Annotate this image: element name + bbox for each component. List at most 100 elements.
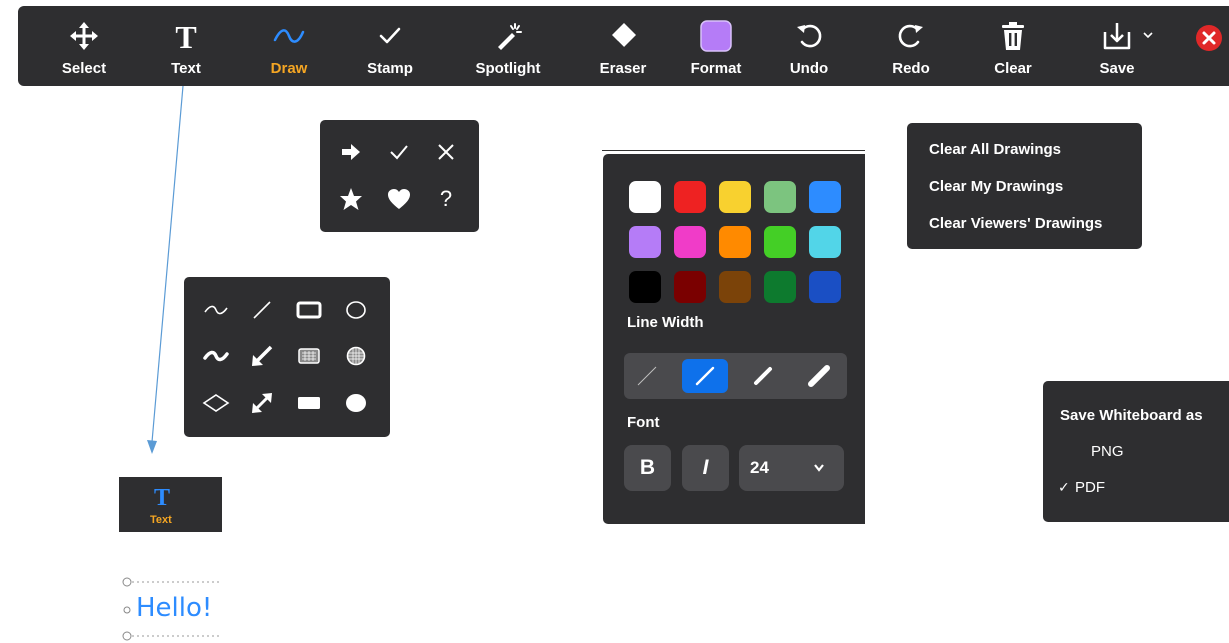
line-width-3-button[interactable] — [740, 359, 786, 393]
redo-icon — [898, 24, 923, 48]
magic-wand-icon — [498, 23, 522, 50]
squiggle-icon — [273, 29, 305, 43]
thick-squiggle-icon[interactable] — [201, 341, 231, 371]
text-icon: T — [154, 485, 170, 508]
draw-tool-label: Draw — [270, 60, 308, 77]
spotlight-tool-label: Spotlight — [475, 60, 541, 77]
bold-button[interactable]: B — [624, 445, 671, 491]
color-swatch[interactable] — [629, 181, 661, 213]
x-icon[interactable] — [431, 137, 461, 167]
undo-label: Undo — [789, 60, 829, 77]
move-icon — [70, 22, 98, 50]
color-swatch[interactable] — [719, 271, 751, 303]
chevron-down-icon — [814, 464, 824, 472]
save-button[interactable]: Save — [1097, 6, 1137, 86]
clear-viewers-drawings-item[interactable]: Clear Viewers' Drawings — [929, 215, 1102, 232]
undo-icon — [797, 24, 822, 48]
text-sample-box[interactable]: Hello! — [118, 575, 222, 641]
format-menu-divider — [602, 150, 865, 151]
format-tool-button[interactable]: Format — [691, 6, 741, 86]
line-width-2-button[interactable] — [682, 359, 728, 393]
format-menu: Line Width Font B I 24 — [603, 154, 865, 524]
stamp-tool-label: Stamp — [367, 60, 413, 77]
chevron-down-icon[interactable] — [1142, 30, 1154, 40]
format-tool-label: Format — [690, 60, 742, 77]
color-swatch[interactable] — [809, 226, 841, 258]
clear-button[interactable]: Clear — [993, 6, 1033, 86]
eraser-tool-label: Eraser — [599, 60, 647, 77]
draw-menu — [184, 277, 390, 437]
save-menu-title: Save Whiteboard as — [1060, 407, 1203, 424]
font-label: Font — [627, 414, 660, 431]
draw-tool-button[interactable]: Draw — [269, 6, 309, 86]
save-label: Save — [1099, 60, 1135, 77]
rectangle-outline-icon[interactable] — [294, 295, 324, 325]
select-tool-button[interactable]: Select — [61, 6, 107, 86]
color-swatch[interactable] — [674, 181, 706, 213]
arrow-right-icon[interactable] — [336, 137, 366, 167]
spotlight-tool-button[interactable]: Spotlight — [476, 6, 541, 86]
line-straight-icon[interactable] — [247, 295, 277, 325]
color-swatch[interactable] — [719, 181, 751, 213]
double-arrow-icon[interactable] — [247, 388, 277, 418]
save-icon — [1103, 23, 1131, 50]
diamond-icon[interactable] — [201, 388, 231, 418]
svg-text:T: T — [154, 485, 170, 508]
select-tool-label: Select — [61, 60, 107, 77]
close-icon[interactable] — [1195, 24, 1223, 52]
svg-text:T: T — [175, 20, 196, 52]
rectangle-fill-icon[interactable] — [294, 388, 324, 418]
text-sample: Hello! — [136, 593, 213, 623]
color-swatch[interactable] — [764, 181, 796, 213]
color-swatch[interactable] — [629, 226, 661, 258]
redo-label: Redo — [892, 60, 930, 77]
arrow-icon[interactable] — [247, 341, 277, 371]
text-tool-label: Text — [171, 60, 201, 77]
save-option-png[interactable]: PNG — [1091, 443, 1124, 460]
line-width-4-button[interactable] — [796, 359, 842, 393]
ellipse-fill-icon[interactable] — [341, 388, 371, 418]
text-tool-preview: T Text — [119, 477, 222, 532]
star-icon[interactable] — [336, 184, 366, 214]
save-option-pdf[interactable]: PDF — [1075, 479, 1105, 496]
redo-button[interactable]: Redo — [891, 6, 931, 86]
color-swatch[interactable] — [629, 271, 661, 303]
color-swatch[interactable] — [764, 226, 796, 258]
stamp-menu: ? — [320, 120, 479, 232]
undo-button[interactable]: Undo — [789, 6, 829, 86]
color-swatch[interactable] — [809, 271, 841, 303]
color-swatch[interactable] — [764, 271, 796, 303]
eraser-tool-button[interactable]: Eraser — [600, 6, 646, 86]
heart-icon[interactable] — [384, 184, 414, 214]
line-width-1-button[interactable] — [624, 359, 670, 393]
color-swatch[interactable] — [674, 271, 706, 303]
rectangle-fill-semi-icon[interactable] — [294, 341, 324, 371]
line-squiggle-icon[interactable] — [201, 295, 231, 325]
clear-my-drawings-item[interactable]: Clear My Drawings — [929, 178, 1063, 195]
color-swatch[interactable] — [809, 181, 841, 213]
color-swatch[interactable] — [674, 226, 706, 258]
eraser-icon — [612, 23, 636, 47]
trash-icon — [1002, 22, 1024, 50]
clear-all-drawings-item[interactable]: Clear All Drawings — [929, 141, 1061, 158]
ellipse-outline-icon[interactable] — [341, 295, 371, 325]
annotation-toolbar: Select T Text Draw Stamp Spotlight Erase… — [18, 6, 1229, 86]
question-icon[interactable]: ? — [431, 184, 461, 214]
text-tool-button[interactable]: T Text — [166, 6, 206, 86]
color-swatch[interactable] — [719, 226, 751, 258]
clear-label: Clear — [994, 60, 1032, 77]
clear-menu: Clear All Drawings Clear My Drawings Cle… — [907, 123, 1142, 249]
stamp-tool-button[interactable]: Stamp — [367, 6, 413, 86]
save-menu: Save Whiteboard as PNG ✓ PDF — [1043, 381, 1229, 522]
format-color-icon — [700, 20, 732, 52]
ellipse-fill-semi-icon[interactable] — [341, 341, 371, 371]
italic-button[interactable]: I — [682, 445, 729, 491]
text-icon: T — [175, 20, 196, 52]
font-size-value: 24 — [750, 458, 769, 477]
line-width-label: Line Width — [627, 314, 704, 331]
check-icon[interactable] — [384, 137, 414, 167]
check-icon — [379, 27, 401, 44]
text-tool-preview-label: Text — [150, 514, 172, 526]
check-icon: ✓ — [1058, 479, 1070, 495]
font-size-select[interactable]: 24 — [739, 445, 844, 491]
